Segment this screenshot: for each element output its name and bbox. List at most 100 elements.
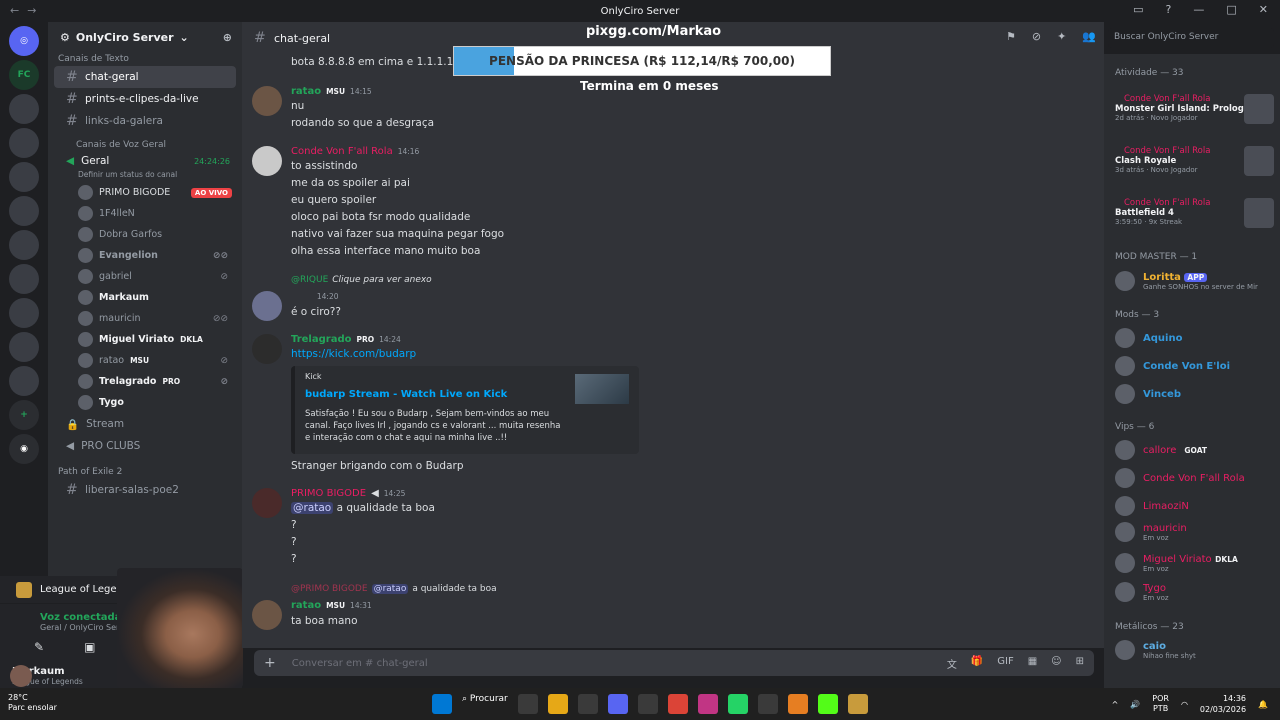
file-explorer-icon[interactable] bbox=[547, 694, 568, 714]
help-icon[interactable]: ? bbox=[1166, 3, 1172, 16]
app-icon[interactable] bbox=[757, 694, 778, 714]
category-poe[interactable]: Path of Exile 2 bbox=[48, 465, 242, 479]
server-icon[interactable] bbox=[9, 366, 39, 396]
minimize-icon[interactable]: — bbox=[1193, 3, 1204, 16]
member-item[interactable]: mauricin Em voz bbox=[1115, 522, 1275, 542]
author-name[interactable]: ratao bbox=[291, 600, 321, 611]
member-item[interactable]: callore GOAT bbox=[1115, 440, 1275, 460]
member-item[interactable]: Loritta APP Ganhe SONHOS no server de Mir bbox=[1115, 270, 1275, 291]
gif-icon[interactable]: GIF bbox=[997, 656, 1013, 671]
lang-indicator[interactable]: POR PTB bbox=[1152, 694, 1169, 714]
voice-user[interactable]: Miguel Viriato DKLA bbox=[48, 329, 242, 350]
apps-icon[interactable]: ⊞ bbox=[1076, 656, 1084, 671]
voice-user[interactable]: gabriel ⊘ bbox=[48, 266, 242, 287]
server-icon[interactable] bbox=[9, 264, 39, 294]
member-item[interactable]: Tygo Em voz bbox=[1115, 582, 1275, 602]
clock[interactable]: 14:36 02/03/2026 bbox=[1200, 693, 1246, 715]
task-view-icon[interactable] bbox=[517, 694, 538, 714]
instagram-icon[interactable] bbox=[697, 694, 718, 714]
wifi-icon[interactable]: ◠ bbox=[1181, 700, 1188, 709]
github-icon[interactable] bbox=[637, 694, 658, 714]
message-link[interactable]: https://kick.com/budarp bbox=[291, 348, 416, 360]
discord-icon[interactable] bbox=[607, 694, 628, 714]
taskbar-search[interactable]: ⌕ Procurar bbox=[462, 694, 508, 714]
reply-preview[interactable]: @RIQUE Clique para ver anexo bbox=[291, 275, 432, 285]
mention[interactable]: @ratao bbox=[291, 502, 334, 514]
disconnect-icon[interactable]: ✎ bbox=[34, 640, 44, 654]
windows-start-icon[interactable] bbox=[432, 694, 452, 714]
sticker-icon[interactable]: ▦ bbox=[1028, 656, 1037, 671]
member-item[interactable]: Conde Von F'all Rola bbox=[1115, 468, 1275, 488]
avatar[interactable] bbox=[252, 291, 282, 321]
avatar[interactable] bbox=[252, 600, 282, 630]
app-icon[interactable] bbox=[787, 694, 808, 714]
author-name[interactable]: Conde Von F'all Rola bbox=[291, 146, 393, 157]
screen-share-icon[interactable]: ▣ bbox=[84, 640, 95, 654]
voice-user[interactable]: ratao MSU ⊘ bbox=[48, 350, 242, 371]
pin-icon[interactable]: ✦ bbox=[1057, 30, 1066, 43]
whatsapp-icon[interactable] bbox=[727, 694, 748, 714]
avatar[interactable] bbox=[252, 146, 282, 176]
add-server-icon[interactable]: + bbox=[9, 400, 39, 430]
server-header[interactable]: ⚙ OnlyCiro Server ⌄ ⊕ bbox=[48, 22, 242, 52]
category-voice[interactable]: Canais de Voz Geral bbox=[48, 138, 242, 152]
server-icon[interactable] bbox=[9, 94, 39, 124]
voice-user[interactable]: Markaum bbox=[48, 287, 242, 308]
voice-user[interactable]: 1F4lleN bbox=[48, 203, 242, 224]
avatar[interactable] bbox=[252, 86, 282, 116]
member-item[interactable]: Conde Von E'loi bbox=[1115, 356, 1275, 376]
voice-user[interactable]: Tygo bbox=[48, 392, 242, 413]
category-text[interactable]: Canais de Texto bbox=[48, 52, 242, 66]
nav-arrows[interactable]: ←→ bbox=[10, 4, 44, 17]
activity-card[interactable]: Conde Von F'all Rola Clash Royale 3d atrás… bbox=[1110, 146, 1274, 194]
avatar[interactable] bbox=[252, 488, 282, 518]
voice-user[interactable]: mauricin ⊘⊘ bbox=[48, 308, 242, 329]
volume-icon[interactable]: 🔊 bbox=[1130, 700, 1140, 709]
member-item[interactable]: Vinceb bbox=[1115, 384, 1275, 404]
steam-icon[interactable] bbox=[577, 694, 598, 714]
inbox-icon[interactable]: ▭ bbox=[1133, 3, 1143, 16]
embed-thumbnail[interactable] bbox=[575, 374, 629, 404]
member-item[interactable]: LimaoziN bbox=[1115, 496, 1275, 516]
server-icon[interactable] bbox=[9, 332, 39, 362]
member-item[interactable]: Aquino bbox=[1115, 328, 1275, 348]
message-composer[interactable]: + Conversar em # chat-geral 文 🎁 GIF ▦ ☺ ⊞ bbox=[254, 650, 1094, 676]
voice-user[interactable]: Evangelion ⊘⊘ bbox=[48, 245, 242, 266]
author-name[interactable]: ratao bbox=[291, 86, 321, 97]
server-icon[interactable] bbox=[9, 196, 39, 226]
notification-icon[interactable]: 🔔 bbox=[1258, 700, 1268, 709]
author-name[interactable]: Trelagrado bbox=[291, 334, 351, 345]
add-attachment-icon[interactable]: + bbox=[264, 655, 276, 671]
activity-card[interactable]: Conde Von F'all Rola Monster Girl Island:… bbox=[1110, 94, 1274, 142]
search-input[interactable]: Buscar OnlyCiro Server bbox=[1108, 28, 1274, 48]
invite-icon[interactable]: ⊕ bbox=[223, 31, 232, 44]
channel-stream[interactable]: 🔒 Stream bbox=[54, 413, 236, 435]
reply-preview[interactable]: @PRIMO BIGODE @ratao a qualidade ta boa bbox=[291, 584, 497, 594]
author-name[interactable]: PRIMO BIGODE bbox=[291, 488, 366, 499]
league-icon[interactable] bbox=[847, 694, 868, 714]
explore-icon[interactable]: ◉ bbox=[9, 434, 39, 464]
chrome-icon[interactable] bbox=[667, 694, 688, 714]
discord-home-icon[interactable]: ◎ bbox=[9, 26, 39, 56]
server-icon[interactable] bbox=[9, 298, 39, 328]
members-icon[interactable]: 👥 bbox=[1082, 30, 1096, 43]
translate-icon[interactable]: 文 bbox=[947, 656, 957, 671]
composer-placeholder[interactable]: Conversar em # chat-geral bbox=[292, 658, 428, 669]
gift-icon[interactable]: 🎁 bbox=[971, 656, 983, 671]
activity-card[interactable]: Conde Von F'all Rola Battlefield 4 3:59:50… bbox=[1110, 198, 1274, 246]
channel-status[interactable]: Definir um status do canal bbox=[48, 170, 242, 182]
kick-icon[interactable] bbox=[817, 694, 838, 714]
notifications-icon[interactable]: ⊘ bbox=[1032, 30, 1041, 43]
channel-chat-geral[interactable]: # chat-geral bbox=[54, 66, 236, 88]
maximize-icon[interactable]: □ bbox=[1226, 3, 1236, 16]
server-fc-icon[interactable]: FC bbox=[9, 60, 39, 90]
threads-icon[interactable]: ⚑ bbox=[1006, 30, 1016, 43]
voice-channel-geral[interactable]: ◀ Geral 24:24:26 bbox=[54, 152, 236, 170]
voice-user[interactable]: PRIMO BIGODE AO VIVO bbox=[48, 182, 242, 203]
member-item[interactable]: Miguel Viriato DKLA Em voz bbox=[1115, 552, 1275, 573]
voice-user[interactable]: Dobra Garfos bbox=[48, 224, 242, 245]
channel-prints[interactable]: # prints-e-clipes-da-live bbox=[54, 88, 236, 110]
chevron-up-icon[interactable]: ^ bbox=[1112, 700, 1119, 709]
server-icon[interactable] bbox=[9, 162, 39, 192]
channel-poe[interactable]: # liberar-salas-poe2 bbox=[54, 479, 236, 501]
